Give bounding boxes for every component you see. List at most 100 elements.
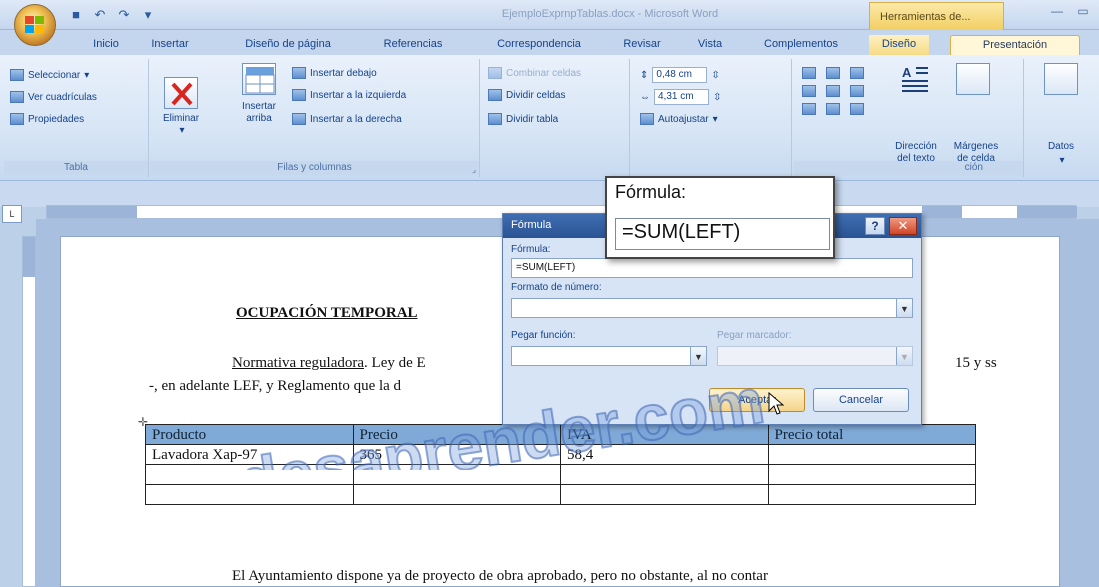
quick-access-toolbar: ■ ↶ ↷ ▾: [68, 7, 156, 23]
minimize-icon[interactable]: —: [1047, 4, 1067, 22]
formula-input[interactable]: =SUM(LEFT): [511, 258, 913, 278]
zoom-formula-label: Fórmula:: [615, 182, 687, 202]
row-height-field[interactable]: ⇕ 0,48 cm ⇳: [640, 67, 720, 83]
eliminar-dropdown-icon[interactable]: ▾: [172, 125, 192, 137]
help-icon[interactable]: ?: [865, 217, 885, 235]
tab-vista[interactable]: Vista: [690, 35, 730, 55]
dropdown-arrow-icon: ▾: [84, 69, 90, 81]
group-alineacion: A Dirección del texto Márgenes de celda ci…: [794, 59, 1024, 177]
customize-qat-icon[interactable]: ▾: [140, 7, 156, 23]
align-bottom-center-icon[interactable]: [826, 103, 840, 115]
dividir-celdas-button[interactable]: Dividir celdas: [488, 89, 565, 101]
align-top-center-icon[interactable]: [826, 67, 840, 79]
table-header-cell[interactable]: Producto: [145, 424, 354, 445]
spin-icon[interactable]: ⇳: [711, 70, 719, 81]
group-label-filas: Filas y columnas: [150, 161, 479, 175]
insert-below-icon: [292, 67, 306, 79]
undo-icon[interactable]: ↶: [92, 7, 108, 23]
paste-bookmark-label: Pegar marcador:: [717, 330, 792, 341]
ver-cuadriculas-button[interactable]: Ver cuadrículas: [10, 91, 97, 103]
chevron-down-icon[interactable]: ▼: [896, 299, 912, 317]
align-middle-center-icon[interactable]: [826, 85, 840, 97]
tab-selector[interactable]: L: [2, 205, 22, 223]
chevron-down-icon[interactable]: ▼: [690, 347, 706, 365]
vertical-ruler[interactable]: [22, 236, 36, 587]
insertar-arriba-button[interactable]: Insertar arriba: [230, 101, 288, 125]
table-header-cell[interactable]: Precio total: [767, 424, 976, 445]
number-format-select[interactable]: ▼: [511, 298, 913, 318]
close-icon[interactable]: ✕: [889, 217, 917, 235]
table-cell[interactable]: 58,4: [560, 444, 769, 465]
table-cell[interactable]: [767, 484, 976, 505]
autofit-icon: [640, 113, 654, 125]
group-label-tabla: Tabla: [4, 161, 148, 175]
cancel-button[interactable]: Cancelar: [813, 388, 909, 412]
seleccionar-button[interactable]: Seleccionar ▾: [10, 69, 89, 81]
table-row: [145, 464, 976, 485]
tab-complementos[interactable]: Complementos: [754, 35, 848, 55]
align-top-right-icon[interactable]: [850, 67, 864, 79]
insertar-debajo-button[interactable]: Insertar debajo: [292, 67, 377, 79]
cell-margins-icon: [956, 63, 990, 95]
document-paragraph-2: -, en adelante LEF, y Reglamento que la …: [149, 378, 402, 394]
propiedades-button[interactable]: Propiedades: [10, 113, 84, 125]
table-cell[interactable]: [560, 484, 769, 505]
tab-insertar[interactable]: Insertar: [144, 35, 196, 55]
table-row: Lavadora Xap-97 365 58,4: [145, 444, 976, 465]
align-bottom-left-icon[interactable]: [802, 103, 816, 115]
dialog-launcher-icon[interactable]: ⌟: [472, 165, 476, 174]
maximize-icon[interactable]: ▭: [1073, 4, 1093, 22]
align-top-left-icon[interactable]: [802, 67, 816, 79]
insertar-izquierda-button[interactable]: Insertar a la izquierda: [292, 89, 406, 101]
ok-button[interactable]: Aceptar: [709, 388, 805, 412]
table-cell[interactable]: 365: [352, 444, 561, 465]
select-icon: [10, 69, 24, 81]
table-cell[interactable]: [145, 484, 354, 505]
datos-button[interactable]: Datos: [1034, 141, 1088, 153]
redo-icon[interactable]: ↷: [116, 7, 132, 23]
spin-icon-2[interactable]: ⇳: [713, 92, 721, 103]
table-cell[interactable]: [352, 464, 561, 485]
autoajustar-button[interactable]: Autoajustar ▾: [640, 113, 718, 125]
insertar-derecha-button[interactable]: Insertar a la derecha: [292, 113, 402, 125]
table-cell[interactable]: [767, 444, 976, 465]
column-width-field[interactable]: ⇔ 4,31 cm ⇳: [640, 89, 721, 105]
datos-dropdown-icon[interactable]: ▾: [1052, 155, 1072, 167]
group-label-alineacion: ción: [794, 161, 1023, 175]
dividir-tabla-button[interactable]: Dividir tabla: [488, 113, 558, 125]
tab-referencias[interactable]: Referencias: [374, 35, 452, 55]
save-icon[interactable]: ■: [68, 7, 84, 23]
tab-revisar[interactable]: Revisar: [619, 35, 665, 55]
group-tamano: ⇕ 0,48 cm ⇳ ⇔ 4,31 cm ⇳ Autoajustar ▾: [632, 59, 792, 177]
svg-text:A: A: [902, 65, 912, 80]
zoom-callout: Fórmula: =SUM(LEFT): [605, 176, 835, 259]
align-middle-left-icon[interactable]: [802, 85, 816, 97]
table-header-row: Producto Precio IVA Precio total: [145, 424, 976, 445]
tab-diseno[interactable]: Diseño: [869, 35, 929, 55]
table-cell[interactable]: [352, 484, 561, 505]
tab-diseno-pagina[interactable]: Diseño de página: [226, 35, 350, 55]
document-table[interactable]: Producto Precio IVA Precio total Lavador…: [145, 424, 976, 505]
tab-presentacion[interactable]: Presentación: [950, 35, 1080, 55]
combinar-celdas-button[interactable]: Combinar celdas: [488, 67, 581, 79]
table-cell[interactable]: [560, 464, 769, 485]
align-middle-right-icon[interactable]: [850, 85, 864, 97]
table-cell[interactable]: Lavadora Xap-97: [145, 444, 354, 465]
paste-function-label: Pegar función:: [511, 330, 576, 341]
tab-correspondencia[interactable]: Correspondencia: [480, 35, 598, 55]
table-header-cell[interactable]: IVA: [560, 424, 769, 445]
document-paragraph-3: El Ayuntamiento dispone ya de proyecto d…: [232, 568, 768, 584]
text-direction-icon: A: [898, 63, 932, 95]
paste-function-select[interactable]: ▼: [511, 346, 707, 366]
split-cells-icon: [488, 89, 502, 101]
group-datos: Datos ▾: [1026, 59, 1096, 177]
ruler-area: [0, 181, 1099, 207]
office-button[interactable]: [14, 4, 56, 46]
table-header-cell[interactable]: Precio: [352, 424, 561, 445]
eliminar-button[interactable]: Eliminar: [156, 113, 206, 125]
table-cell[interactable]: [145, 464, 354, 485]
table-cell[interactable]: [767, 464, 976, 485]
align-bottom-right-icon[interactable]: [850, 103, 864, 115]
merge-cells-icon: [488, 67, 502, 79]
tab-inicio[interactable]: Inicio: [80, 35, 132, 55]
